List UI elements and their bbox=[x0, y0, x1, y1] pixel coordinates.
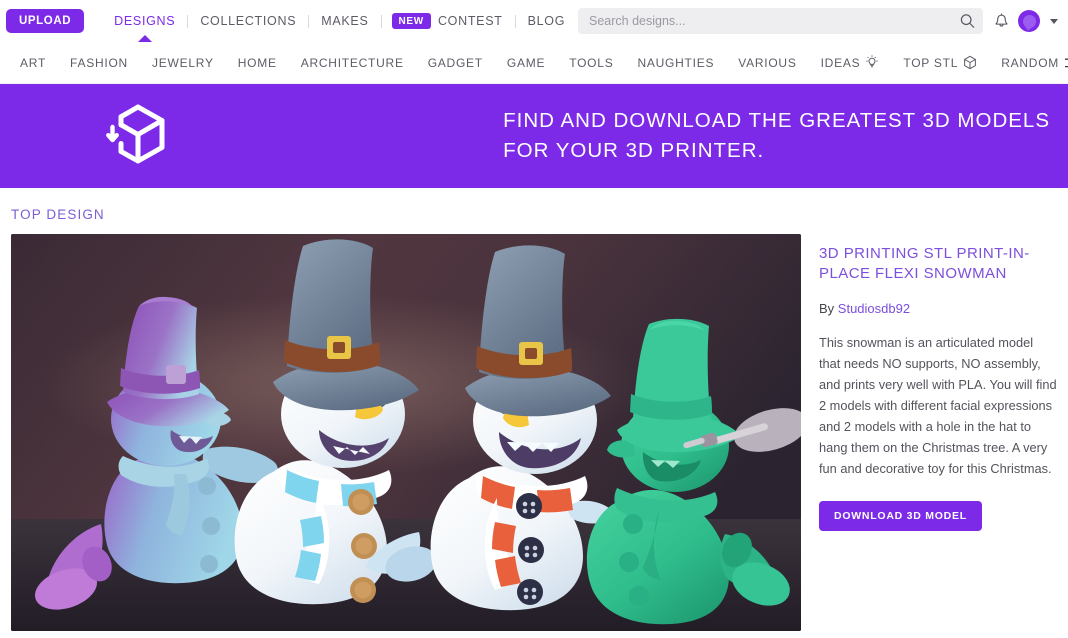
design-description: This snowman is an articulated model tha… bbox=[819, 334, 1057, 477]
nav-item-blog[interactable]: BLOG bbox=[516, 0, 578, 42]
nav-link-collections[interactable]: COLLECTIONS bbox=[188, 14, 308, 28]
top-header: UPLOAD DESIGNS COLLECTIONS MAKES NEW CON… bbox=[0, 0, 1068, 42]
category-label: GAME bbox=[506, 55, 546, 70]
search-icon[interactable] bbox=[960, 14, 975, 29]
upload-button[interactable]: UPLOAD bbox=[6, 8, 85, 34]
hero-headline-line1: FIND AND DOWNLOAD THE GREATEST 3D MODELS bbox=[503, 109, 1050, 133]
category-label: ART bbox=[20, 55, 47, 70]
nav-link-designs[interactable]: DESIGNS bbox=[102, 14, 187, 28]
author-link[interactable]: Studiosdb92 bbox=[838, 301, 910, 316]
nav-item-contest[interactable]: NEW CONTEST bbox=[382, 0, 515, 42]
category-label: JEWELRY bbox=[151, 55, 214, 70]
shuffle-icon bbox=[1064, 56, 1068, 70]
category-home[interactable]: HOME bbox=[226, 56, 289, 70]
category-label: TOP STL bbox=[903, 55, 959, 70]
category-gadget[interactable]: GADGET bbox=[416, 56, 495, 70]
category-label: ARCHITECTURE bbox=[300, 55, 404, 70]
category-architecture[interactable]: ARCHITECTURE bbox=[289, 56, 416, 70]
category-label: HOME bbox=[237, 55, 277, 70]
main-content: TOP DESIGN 3D PRINTING STL PRINT-IN-PLAC… bbox=[0, 188, 1068, 631]
hero-headline: FIND AND DOWNLOAD THE GREATEST 3D MODELS… bbox=[503, 106, 1050, 165]
design-author-line: By Studiosdb92 bbox=[819, 301, 1057, 316]
category-random[interactable]: RANDOM bbox=[989, 56, 1068, 70]
nav-link-makes[interactable]: MAKES bbox=[309, 14, 380, 28]
design-preview-image[interactable] bbox=[11, 234, 801, 631]
notification-bell-icon[interactable] bbox=[994, 13, 1009, 30]
nav-link-blog[interactable]: BLOG bbox=[516, 14, 578, 28]
download-3d-model-button[interactable]: DOWNLOAD 3D MODEL bbox=[819, 501, 982, 531]
hero-headline-line2: FOR YOUR 3D PRINTER. bbox=[503, 139, 765, 162]
category-various[interactable]: VARIOUS bbox=[726, 56, 808, 70]
hero-banner: FIND AND DOWNLOAD THE GREATEST 3D MODELS… bbox=[0, 84, 1068, 188]
category-art[interactable]: ART bbox=[8, 56, 58, 70]
main-navigation: DESIGNS COLLECTIONS MAKES NEW CONTEST BL… bbox=[102, 0, 577, 42]
search-input[interactable] bbox=[578, 8, 983, 34]
category-top-stl[interactable]: TOP STL bbox=[891, 55, 989, 70]
category-label: IDEAS bbox=[820, 55, 861, 70]
section-title-top-design: TOP DESIGN bbox=[11, 207, 105, 222]
lightbulb-icon bbox=[865, 55, 879, 70]
nav-link-contest[interactable]: CONTEST bbox=[431, 14, 515, 28]
active-nav-caret-icon bbox=[137, 35, 152, 42]
design-info-panel: 3D PRINTING STL PRINT-IN-PLACE FLEXI SNO… bbox=[819, 234, 1057, 531]
category-ideas[interactable]: IDEAS bbox=[809, 55, 892, 70]
top-design-row: 3D PRINTING STL PRINT-IN-PLACE FLEXI SNO… bbox=[11, 234, 1057, 631]
category-label: NAUGHTIES bbox=[637, 55, 715, 70]
category-bar: ART FASHION JEWELRY HOME ARCHITECTURE GA… bbox=[0, 42, 1068, 84]
category-naughties[interactable]: NAUGHTIES bbox=[625, 56, 726, 70]
category-label: TOOLS bbox=[569, 55, 614, 70]
category-label: VARIOUS bbox=[738, 55, 797, 70]
cube-icon bbox=[963, 55, 977, 70]
new-badge: NEW bbox=[391, 13, 431, 29]
category-label: GADGET bbox=[427, 55, 483, 70]
snowman-scene-illustration bbox=[11, 234, 801, 631]
search-box[interactable] bbox=[578, 8, 983, 34]
nav-item-designs[interactable]: DESIGNS bbox=[102, 0, 187, 42]
by-prefix: By bbox=[819, 300, 838, 316]
nav-item-makes[interactable]: MAKES bbox=[309, 0, 380, 42]
nav-item-collections[interactable]: COLLECTIONS bbox=[188, 0, 308, 42]
category-game[interactable]: GAME bbox=[495, 56, 557, 70]
header-right-tools bbox=[578, 8, 1058, 34]
user-avatar[interactable] bbox=[1018, 10, 1040, 32]
cube-download-icon bbox=[104, 103, 174, 169]
category-jewelry[interactable]: JEWELRY bbox=[140, 56, 226, 70]
category-tools[interactable]: TOOLS bbox=[557, 56, 625, 70]
design-title[interactable]: 3D PRINTING STL PRINT-IN-PLACE FLEXI SNO… bbox=[819, 244, 1057, 284]
category-label: FASHION bbox=[70, 55, 128, 70]
chevron-down-icon[interactable] bbox=[1050, 18, 1058, 24]
category-fashion[interactable]: FASHION bbox=[58, 56, 140, 70]
category-label: RANDOM bbox=[1001, 55, 1060, 70]
